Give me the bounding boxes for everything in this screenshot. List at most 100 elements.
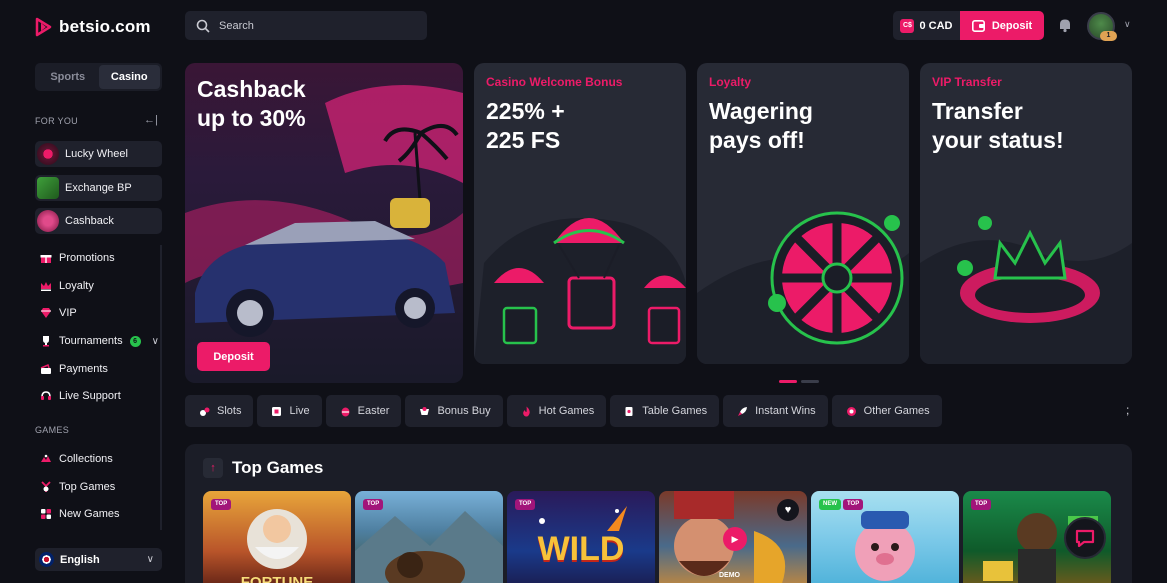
tab-casino[interactable]: Casino (98, 65, 160, 89)
category-label: Slots (217, 405, 242, 417)
currency-icon: C$ (900, 18, 915, 33)
sidebar-item-promotions[interactable]: Promotions (39, 250, 115, 266)
tab-sports[interactable]: Sports (37, 65, 99, 89)
search-bar[interactable] (185, 11, 427, 40)
sidebar-item-vip[interactable]: VIP (39, 305, 77, 321)
sidebar-item-label: Loyalty (59, 280, 94, 292)
game-tile[interactable]: TOP (355, 491, 503, 583)
banner-vip-transfer[interactable]: VIP Transfer Transfer your status! (920, 63, 1132, 364)
sidebar-item-label: Tournaments (59, 335, 123, 347)
balance-display[interactable]: C$ 0 CAD (893, 11, 960, 40)
sidebar-item-label: VIP (59, 307, 77, 319)
banner-loyalty[interactable]: Loyalty Wagering pays off! (697, 63, 909, 364)
game-tile[interactable]: NEW TOP (811, 491, 959, 583)
top-games-header: ↑ Top Games (203, 458, 323, 478)
banner-title: Loyalty (709, 75, 752, 89)
sidebar-item-payments[interactable]: Payments (39, 361, 108, 377)
fire-icon (521, 406, 532, 417)
sidebar-item-label: Payments (59, 363, 108, 375)
language-select[interactable]: English ∨ (35, 548, 162, 571)
feature-label: Cashback (65, 215, 114, 227)
sidebar-item-tournaments[interactable]: Tournaments 6 ∨ (39, 333, 159, 349)
play-icon[interactable]: ▶ (723, 527, 747, 551)
headset-icon (39, 390, 52, 403)
category-easter[interactable]: Easter (325, 395, 402, 427)
rocket-icon (737, 406, 748, 417)
search-icon (196, 19, 210, 33)
sidebar-item-label: New Games (59, 508, 120, 520)
section-title: Top Games (232, 458, 324, 477)
banner-headline-2: 225 FS (486, 127, 561, 153)
balance-amount: 0 CAD (919, 19, 953, 32)
feature-label: Exchange BP (65, 182, 132, 194)
chevron-down-icon[interactable]: ∨ (152, 336, 159, 347)
carousel-dot[interactable] (779, 380, 797, 383)
category-other-games[interactable]: Other Games (831, 395, 942, 427)
banner-deposit-button[interactable]: Deposit (197, 342, 270, 371)
feature-cashback[interactable]: Cashback (35, 208, 162, 234)
category-table-games[interactable]: Table Games (610, 395, 720, 427)
game-tile[interactable]: ▶ ♥ DEMO (659, 491, 807, 583)
sidebar-item-top-games[interactable]: Top Games (39, 479, 115, 495)
category-bonus-buy[interactable]: Bonus Buy (405, 395, 503, 427)
category-instant-wins[interactable]: Instant Wins (723, 395, 828, 427)
sidebar-item-label: Collections (59, 453, 113, 465)
star-icon (39, 481, 52, 494)
easter-icon (340, 406, 351, 417)
category-hot-games[interactable]: Hot Games (506, 395, 607, 427)
sidebar-item-label: Promotions (59, 252, 115, 264)
category-label: Table Games (642, 405, 708, 417)
top-badge: TOP (515, 499, 536, 510)
brand-logo[interactable]: betsio.com (35, 17, 151, 37)
chat-support-button[interactable] (1064, 517, 1106, 559)
search-input[interactable] (219, 19, 399, 32)
category-live[interactable]: Live (257, 395, 322, 427)
feature-exchange-bp[interactable]: Exchange BP (35, 175, 162, 201)
sidebar-item-label: Live Support (59, 390, 121, 402)
collapse-sidebar-icon[interactable]: ←| (144, 114, 158, 126)
exchange-icon (37, 177, 59, 199)
deposit-button[interactable]: Deposit (960, 11, 1044, 40)
bell-icon[interactable] (1057, 17, 1073, 33)
banner-welcome-bonus[interactable]: Casino Welcome Bonus 225% + 225 FS (474, 63, 686, 364)
game-tile[interactable]: TOP FORTUNE (203, 491, 351, 583)
category-slots[interactable]: Slots (185, 395, 254, 427)
game-title: WILD (537, 530, 625, 568)
diamond-icon (39, 307, 52, 320)
feature-lucky-wheel[interactable]: Lucky Wheel (35, 141, 162, 167)
feature-label: Lucky Wheel (65, 148, 128, 160)
top-badge: TOP (363, 499, 384, 510)
avatar-level-badge: 1 (1100, 31, 1117, 41)
more-categories-icon[interactable]: ; (1126, 403, 1129, 417)
chevron-down-icon: ∨ (146, 554, 154, 565)
banner-cashback[interactable]: Cashback up to 30% Deposit (185, 63, 463, 383)
carousel-dot[interactable] (801, 380, 819, 383)
sidebar-scrollbar[interactable] (160, 245, 162, 530)
games-section-label: GAMES (35, 425, 70, 435)
game-tile[interactable]: TOP WILD (507, 491, 655, 583)
uk-flag-icon (39, 552, 54, 567)
banner-headline-1: Wagering (709, 98, 813, 124)
sidebar-item-live-support[interactable]: Live Support (39, 388, 121, 404)
for-you-label: FOR YOU (35, 116, 78, 126)
chevron-down-icon[interactable]: ∨ (1124, 19, 1131, 30)
sidebar-item-label: Top Games (59, 481, 116, 493)
banner-title: Casino Welcome Bonus (486, 75, 623, 89)
cashback-icon (37, 210, 59, 232)
slots-icon (199, 406, 210, 417)
banner-title: VIP Transfer (932, 75, 1002, 89)
sidebar-item-collections[interactable]: Collections (39, 451, 113, 467)
collections-icon (39, 453, 52, 466)
chat-icon (1075, 529, 1095, 547)
banner-headline-2: pays off! (709, 127, 805, 153)
heart-icon[interactable]: ♥ (777, 499, 799, 521)
top-badge: TOP (971, 499, 992, 510)
demo-label[interactable]: DEMO (719, 572, 740, 579)
logo-icon (35, 17, 52, 37)
sidebar-item-new-games[interactable]: New Games (39, 506, 120, 522)
sidebar-item-loyalty[interactable]: Loyalty (39, 278, 94, 294)
gift-icon (39, 252, 52, 265)
banner-headline-2: your status! (932, 127, 1064, 153)
game-title: FORTUNE (240, 574, 314, 583)
category-label: Bonus Buy (437, 405, 491, 417)
